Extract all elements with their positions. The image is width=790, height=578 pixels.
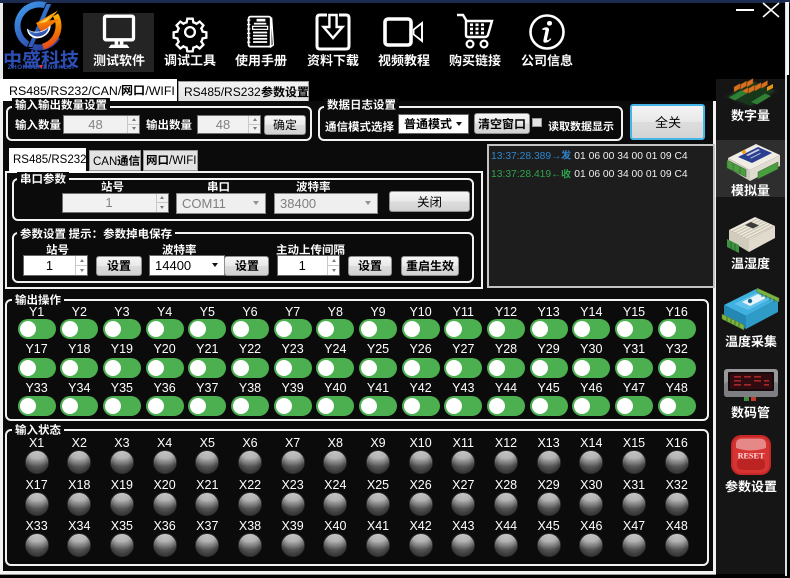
svg-text:RESET: RESET — [737, 452, 764, 461]
